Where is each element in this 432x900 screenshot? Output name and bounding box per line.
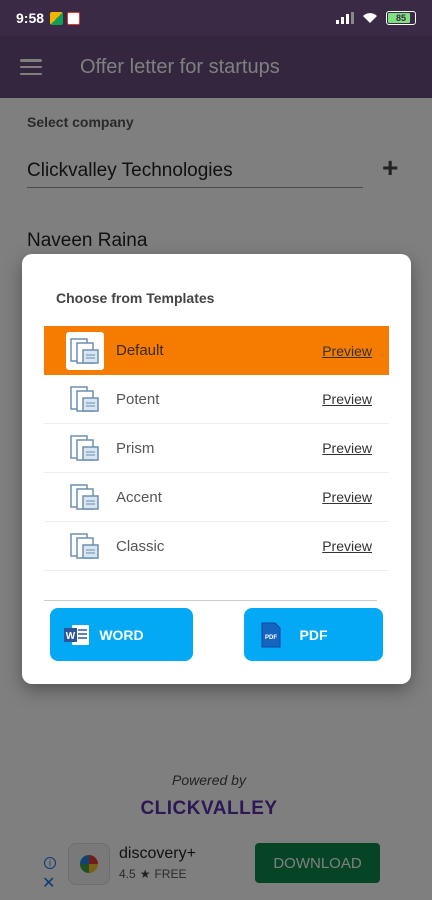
template-list: Default Preview Potent Preview Prism Pre… — [44, 326, 389, 571]
word-export-button[interactable]: W WORD — [50, 608, 193, 661]
pdf-button-label: PDF — [299, 626, 328, 643]
template-name: Default — [116, 342, 164, 359]
preview-link[interactable]: Preview — [322, 489, 372, 505]
battery-level: 85 — [395, 13, 406, 23]
app-notification-icon — [67, 11, 81, 25]
dialog-divider — [44, 600, 377, 601]
document-template-icon — [66, 527, 104, 565]
status-right: 85 — [336, 11, 416, 25]
template-row-potent[interactable]: Potent Preview — [44, 375, 389, 424]
svg-text:PDF: PDF — [265, 635, 277, 641]
template-row-prism[interactable]: Prism Preview — [44, 424, 389, 473]
preview-link[interactable]: Preview — [322, 391, 372, 407]
wifi-icon — [363, 13, 377, 23]
notification-icons — [50, 11, 81, 25]
document-template-icon — [66, 429, 104, 467]
document-template-icon — [66, 380, 104, 418]
template-name: Prism — [116, 439, 155, 457]
document-template-icon — [66, 478, 104, 516]
status-bar: 9:58 85 — [0, 0, 432, 36]
app-notification-icon — [50, 11, 64, 25]
document-template-icon — [66, 331, 104, 370]
template-dialog: Choose from Templates Default Preview Po… — [22, 254, 411, 684]
dialog-title: Choose from Templates — [56, 290, 215, 306]
preview-link[interactable]: Preview — [322, 343, 372, 359]
word-button-label: WORD — [99, 626, 144, 643]
status-time: 9:58 — [16, 10, 45, 26]
word-icon: W — [64, 625, 89, 645]
preview-link[interactable]: Preview — [322, 440, 372, 456]
battery-icon: 85 — [386, 11, 416, 25]
template-name: Accent — [116, 488, 162, 506]
template-name: Potent — [116, 390, 160, 408]
template-row-default[interactable]: Default Preview — [44, 326, 389, 375]
template-row-accent[interactable]: Accent Preview — [44, 473, 389, 522]
svg-text:W: W — [66, 631, 76, 642]
pdf-export-button[interactable]: PDF PDF — [244, 608, 383, 661]
signal-icon — [336, 12, 354, 24]
template-row-classic[interactable]: Classic Preview — [44, 522, 389, 571]
preview-link[interactable]: Preview — [322, 538, 372, 554]
pdf-icon: PDF — [261, 622, 281, 648]
template-name: Classic — [116, 537, 165, 555]
